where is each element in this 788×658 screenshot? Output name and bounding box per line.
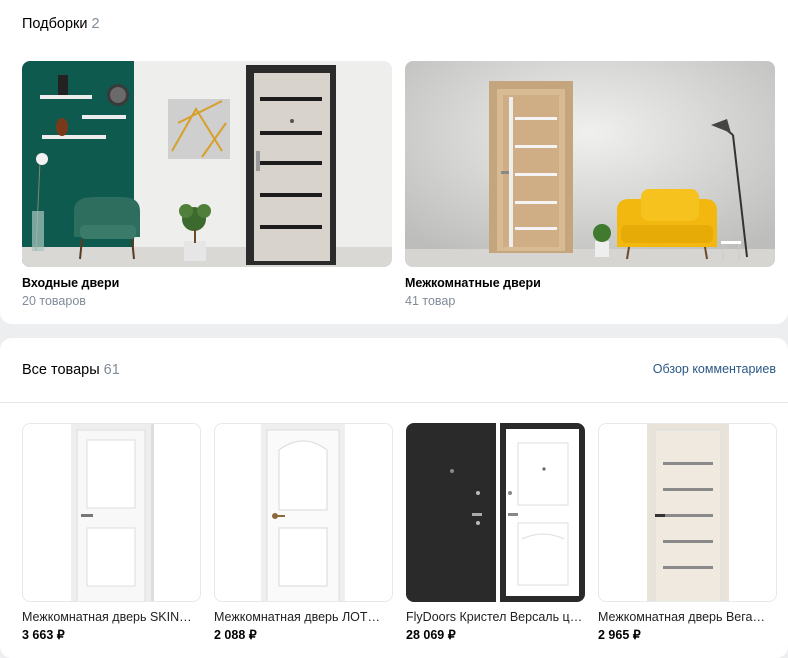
product-name[interactable]: Межкомнатная дверь ЛОТ…	[214, 610, 395, 624]
product-name[interactable]: Межкомнатная дверь SKIN…	[22, 610, 203, 624]
collection-name-entrance-doors[interactable]: Входные двери	[22, 276, 119, 290]
product-image[interactable]	[214, 423, 393, 602]
collections-heading[interactable]: Подборки 2	[22, 16, 100, 32]
product-price: 2 088 ₽	[214, 628, 257, 642]
product-name[interactable]: FlyDoors Кристел Версаль ц…	[406, 610, 587, 624]
collection-image-interior-doors[interactable]	[405, 61, 775, 267]
collection-count-entrance-doors: 20 товаров	[22, 294, 86, 308]
product-price: 2 965 ₽	[598, 628, 641, 642]
collection-image-entrance-doors[interactable]	[22, 61, 392, 267]
product-image[interactable]	[598, 423, 777, 602]
product-image[interactable]	[22, 423, 201, 602]
collections-count: 2	[91, 16, 100, 32]
products-heading[interactable]: Все товары 61	[22, 362, 120, 378]
collection-count-interior-doors: 41 товар	[405, 294, 456, 308]
reviews-overview-link[interactable]: Обзор комментариев	[653, 362, 776, 376]
section-divider	[0, 402, 788, 403]
product-price: 3 663 ₽	[22, 628, 65, 642]
collections-title: Подборки	[22, 16, 88, 32]
products-title: Все товары	[22, 362, 100, 378]
collection-name-interior-doors[interactable]: Межкомнатные двери	[405, 276, 541, 290]
all-products-section: Все товары 61 Обзор комментариев Межкомна…	[0, 338, 788, 658]
collections-section: Подборки 2 Входные двери 20 товаров Межк…	[0, 0, 788, 324]
product-image[interactable]	[406, 423, 585, 602]
product-name[interactable]: Межкомнатная дверь Вега…	[598, 610, 779, 624]
products-count: 61	[103, 362, 120, 378]
product-price: 28 069 ₽	[406, 628, 456, 642]
